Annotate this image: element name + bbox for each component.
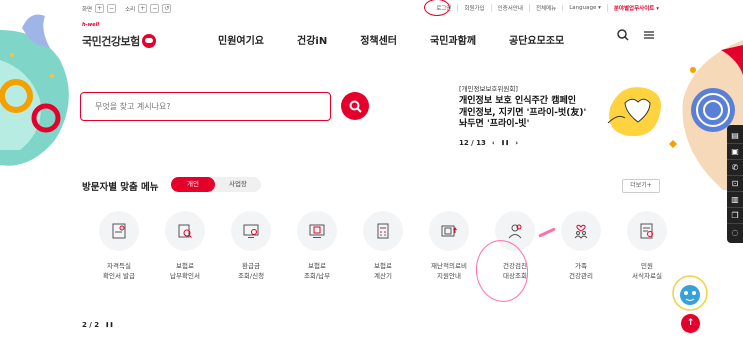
side-form-icon[interactable]: ▥ <box>727 192 743 208</box>
tab-personal[interactable]: 개인 <box>171 177 215 192</box>
quick-item-label: 가족 건강관리 <box>569 262 593 280</box>
text-size-controls: 화면 + − 소리 + − ↺ <box>82 4 172 13</box>
main-navigation: 민원여기요 건강iN 정책센터 국민과함께 공단요모조모 <box>218 32 597 47</box>
search-icon <box>349 100 362 113</box>
more-button[interactable]: 더보기+ <box>622 179 660 193</box>
quick-item-payment-confirmation[interactable]: 보험료 납부확인서 <box>152 211 218 281</box>
promo-category: [개인정보보호위원회] <box>459 85 518 93</box>
login-link[interactable]: 로그인 <box>424 0 457 16</box>
promo-illustration <box>607 87 661 137</box>
side-phone-icon[interactable]: ✆ <box>727 160 743 176</box>
field-sites-select[interactable]: 분야별업무사이트 ▾ <box>606 4 665 12</box>
search-input[interactable] <box>95 102 316 111</box>
quick-item-qualification[interactable]: 자격득실 확인서 발급 <box>86 211 152 281</box>
promo-next-button[interactable]: › <box>515 139 518 147</box>
utility-nav: 로그인 회원가입 인증서안내 전체메뉴 Language ▾ 분야별업무사이트 … <box>424 0 665 16</box>
quick-item-health-checkup[interactable]: 건강검진 대상조회 <box>482 211 548 281</box>
monitor-refund-icon <box>243 224 259 238</box>
logo-tagline: h-well <box>82 22 100 28</box>
form-library-icon <box>640 223 653 239</box>
promo-banner[interactable]: [개인정보보호위원회] 개인정보 보호 인식주간 캠페인 개인정보, 지키면 '… <box>459 83 609 147</box>
quick-menu-pager: 2 / 2 ❚❚ <box>82 321 114 330</box>
gnb-item-policy-center[interactable]: 정책센터 <box>360 32 397 47</box>
receipt-search-icon <box>178 224 192 238</box>
quick-item-label: 자격득실 확인서 발급 <box>103 262 135 280</box>
quick-item-label: 보험료 조회/납부 <box>303 262 331 280</box>
quick-item-refund[interactable]: 환급금 조회/신청 <box>218 211 284 281</box>
quick-item-label: 민원 서식자료실 <box>632 262 662 280</box>
side-document-icon[interactable]: ▤ <box>727 128 743 144</box>
quick-item-family-care[interactable]: 가족 건강관리 <box>548 211 614 281</box>
side-lock-icon[interactable]: ⊡ <box>727 176 743 192</box>
login-annotation-circle <box>424 0 451 16</box>
quick-item-label: 건강검진 대상조회 <box>503 262 527 280</box>
logo-name: 국민건강보험 <box>82 35 140 48</box>
side-quick-bar: ▤ ▣ ✆ ⊡ ▥ ❐ ◌ <box>727 125 743 243</box>
signup-link[interactable]: 회원가입 <box>457 4 490 12</box>
promo-prev-button[interactable]: ‹ <box>492 139 495 147</box>
quick-item-label: 환급금 조회/신청 <box>237 262 265 280</box>
calculator-icon <box>377 223 389 239</box>
family-care-icon <box>574 224 588 239</box>
quick-item-label: 보험료 계산기 <box>374 262 392 280</box>
logo-mark-icon <box>141 34 156 48</box>
health-checkup-icon <box>508 224 522 239</box>
promo-page-count: 12 / 13 <box>459 138 486 147</box>
side-chat-icon[interactable]: ◌ <box>727 224 743 240</box>
gnb-item-civil-service[interactable]: 민원여기요 <box>218 32 264 47</box>
certificate-icon <box>112 223 126 239</box>
screen-zoom-label: 화면 <box>82 6 93 13</box>
promo-pause-button[interactable]: ❚❚ <box>501 140 509 146</box>
gnb-item-health-in[interactable]: 건강iN <box>297 32 327 47</box>
certificate-guide-link[interactable]: 인증서안내 <box>490 4 529 12</box>
gnb-item-about[interactable]: 공단요모조모 <box>509 32 564 47</box>
quick-menu: 자격득실 확인서 발급 보험료 납부확인서 환급금 조회/신청 보험료 조회/납… <box>86 211 680 281</box>
quick-item-disaster-medical[interactable]: 재난적의료비 지원안내 <box>416 211 482 281</box>
payment-screen-icon <box>309 224 325 238</box>
quick-menu-page-count: 2 / 2 <box>82 321 100 329</box>
tab-business[interactable]: 사업장 <box>215 177 261 192</box>
side-card-icon[interactable]: ▣ <box>727 144 743 160</box>
header-actions <box>617 29 655 45</box>
quick-item-label: 재난적의료비 지원안내 <box>431 262 467 280</box>
search-icon[interactable] <box>617 29 629 45</box>
promo-pager: 12 / 13 ‹ ❚❚ › <box>459 139 609 147</box>
promo-title: 개인정보 보호 인식주간 캠페인 개인정보, 지키면 '프라이-벗(友)' 놔두… <box>459 96 587 129</box>
search-box <box>80 92 331 121</box>
language-select[interactable]: Language ▾ <box>562 5 607 11</box>
side-copy-icon[interactable]: ❐ <box>727 208 743 224</box>
quick-item-form-library[interactable]: 민원 서식자료실 <box>614 211 680 281</box>
section-title: 방문자별 맞춤 메뉴 <box>82 182 159 193</box>
visitor-type-toggle: 개인 사업장 <box>171 177 261 192</box>
medical-support-icon <box>441 225 457 237</box>
zoom-out-button[interactable]: − <box>107 4 117 13</box>
quick-item-premium-inquiry[interactable]: 보험료 조회/납부 <box>284 211 350 281</box>
quick-menu-pause-button[interactable]: ❚❚ <box>105 321 113 330</box>
sound-up-button[interactable]: + <box>138 4 148 13</box>
hamburger-menu-icon[interactable] <box>643 29 655 45</box>
chatbot-mascot-icon[interactable] <box>672 275 708 311</box>
quick-item-calculator[interactable]: 보험료 계산기 <box>350 211 416 281</box>
sound-down-button[interactable]: − <box>150 4 160 13</box>
all-menu-link[interactable]: 전체메뉴 <box>528 4 562 12</box>
gnb-item-with-public[interactable]: 국민과함께 <box>430 32 476 47</box>
sound-label: 소리 <box>125 6 136 13</box>
search-submit-button[interactable] <box>341 92 369 120</box>
quick-item-label: 보험료 납부확인서 <box>170 262 200 280</box>
decorative-illustration-left <box>0 14 69 166</box>
zoom-in-button[interactable]: + <box>95 4 105 13</box>
site-logo[interactable]: h-well 국민건강보험 <box>82 22 156 49</box>
scroll-top-button[interactable]: ↑ <box>681 314 700 333</box>
reset-button[interactable]: ↺ <box>162 4 172 13</box>
